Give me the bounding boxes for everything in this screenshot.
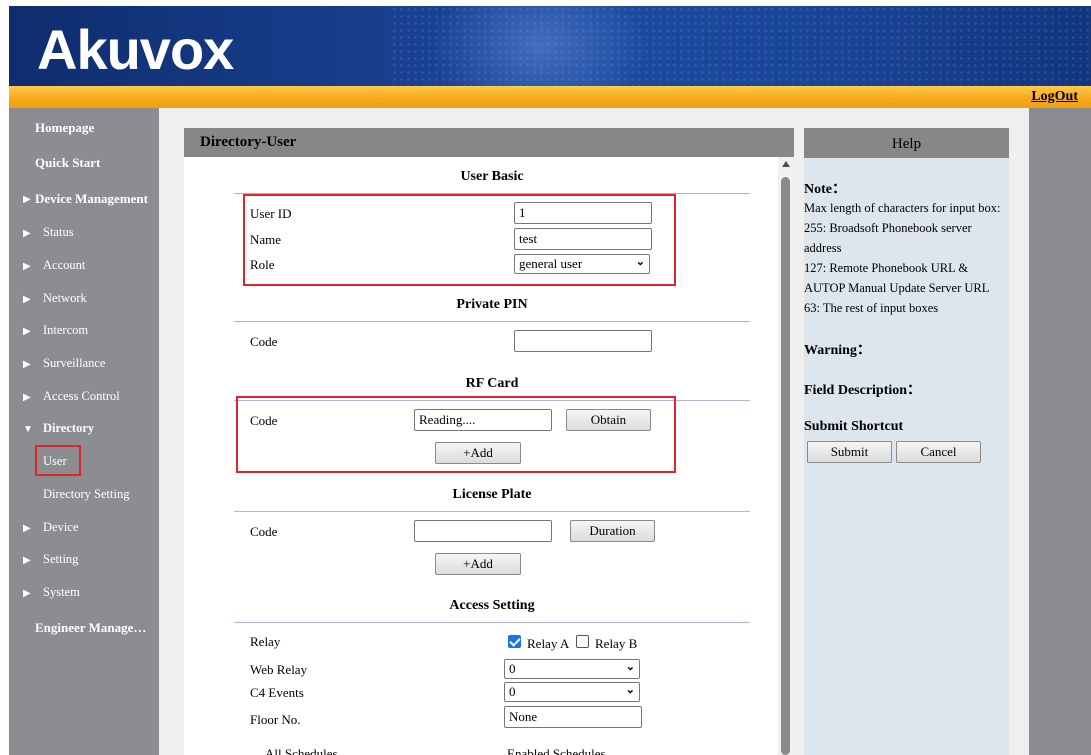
app-frame: Akuvox LogOut Homepage Quick Start ▶ Dev… [9,6,1091,755]
expand-arrow-icon: ▶ [23,588,31,599]
help-title: Help [804,128,1009,158]
expand-arrow-icon: ▶ [23,392,31,403]
name-input[interactable] [514,228,652,250]
sidebar-nav: Homepage Quick Start ▶ Device Management… [9,108,159,755]
c4-events-value: 0 [509,684,516,699]
cancel-button[interactable]: Cancel [896,441,981,463]
all-schedules-label: All Schedules [265,746,338,755]
c4-events-label: C4 Events [250,685,304,700]
obtain-button[interactable]: Obtain [566,409,651,431]
vertical-scrollbar[interactable] [778,157,794,755]
section-divider [234,511,750,512]
expand-arrow-icon: ▶ [23,555,31,566]
rf-code-input[interactable] [414,409,552,431]
pin-code-label: Code [250,334,278,349]
section-divider [234,321,750,322]
collapse-arrow-icon: ▼ [23,424,33,435]
relay-b-label: Relay B [595,636,638,651]
web-relay-value: 0 [509,661,516,676]
submit-button[interactable]: Submit [807,441,892,463]
expand-arrow-icon: ▶ [23,359,31,370]
top-bar: LogOut [9,86,1091,108]
scroll-up-icon[interactable] [782,161,790,167]
help-panel: Help Note： Max length of characters for … [804,128,1009,755]
section-title-rf-card: RF Card [465,376,519,391]
section-title-private-pin: Private PIN [456,297,528,312]
note-heading: Note： [804,182,846,197]
section-divider [234,622,750,623]
pin-code-input[interactable] [514,330,652,352]
section-title-license-plate: License Plate [452,487,532,502]
scroll-thumb[interactable] [781,177,790,755]
note-line: 127: Remote Phonebook URL & AUTOP Manual… [804,261,990,295]
rf-code-label: Code [250,413,278,428]
plate-code-label: Code [250,524,278,539]
expand-arrow-icon: ▶ [23,194,31,205]
floor-label: Floor No. [250,712,301,727]
section-title-user-basic: User Basic [460,169,524,184]
name-label: Name [250,232,282,247]
panel-title: Directory-User [184,128,794,157]
directory-user-panel: Directory-User User Basic User ID Name R… [184,128,794,755]
web-relay-select[interactable]: 0 ⌄ [504,659,640,679]
main-area: Directory-User User Basic User ID Name R… [159,108,1029,755]
section-title-access-setting: Access Setting [449,598,535,613]
plate-add-button[interactable]: +Add [435,553,521,575]
relay-a-checkbox[interactable] [508,635,521,648]
expand-arrow-icon: ▶ [23,326,31,337]
field-description-heading: Field Description： [804,383,922,398]
c4-events-select[interactable]: 0 ⌄ [504,682,640,702]
duration-button[interactable]: Duration [570,520,655,542]
expand-arrow-icon: ▶ [23,261,31,272]
relay-a-label: Relay A [527,636,570,651]
web-relay-label: Web Relay [250,662,308,677]
role-select[interactable]: general user ⌄ [514,254,650,274]
expand-arrow-icon: ▶ [23,294,31,305]
user-id-input[interactable] [514,202,652,224]
logout-link[interactable]: LogOut [1031,89,1078,105]
note-line: 255: Broadsoft Phonebook server address [804,221,972,255]
chevron-down-icon: ⌄ [635,256,645,268]
relay-label: Relay [250,634,281,649]
submit-shortcut-heading: Submit Shortcut [804,419,904,434]
note-line: 63: The rest of input boxes [804,301,939,315]
note-line: Max length of characters for input box: [804,201,1001,215]
right-margin-strip [1029,108,1091,755]
header-banner: Akuvox [9,6,1091,86]
chevron-down-icon: ⌄ [625,684,635,696]
form-content[interactable]: User Basic User ID Name Role general use… [184,157,778,755]
expand-arrow-icon: ▶ [23,228,31,239]
rf-add-button[interactable]: +Add [435,442,521,464]
enabled-schedules-label: Enabled Schedules [507,746,606,755]
plate-code-input[interactable] [414,520,552,542]
user-id-label: User ID [250,206,292,221]
role-label: Role [250,257,275,272]
role-value: general user [519,256,583,271]
chevron-down-icon: ⌄ [625,661,635,673]
akuvox-logo: Akuvox [37,18,234,81]
relay-b-checkbox[interactable] [576,635,589,648]
expand-arrow-icon: ▶ [23,523,31,534]
warning-heading: Warning： [804,343,871,358]
floor-input[interactable] [504,706,642,728]
